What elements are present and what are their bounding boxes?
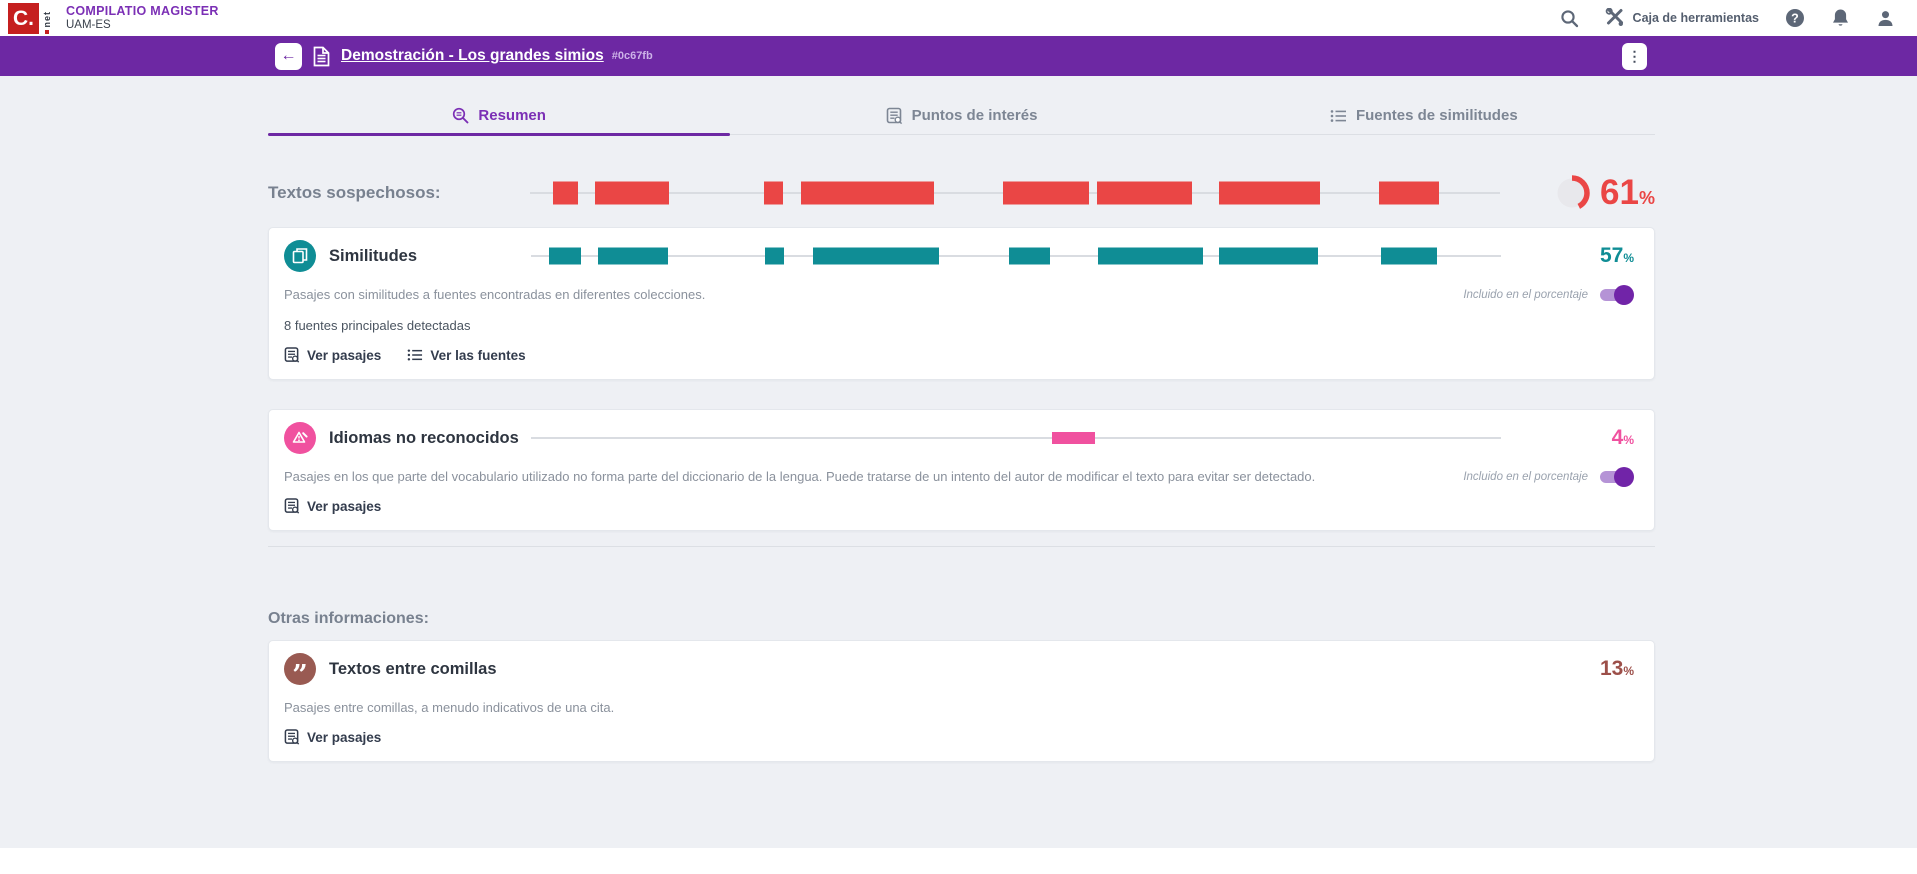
back-button[interactable]: ← bbox=[275, 43, 302, 70]
brand-text: COMPILATIO MAGISTER UAM-ES bbox=[66, 4, 219, 32]
tab-puntos-de-interes[interactable]: Puntos de interés bbox=[730, 97, 1192, 134]
list-search-icon bbox=[284, 497, 300, 515]
bar-segment bbox=[598, 248, 668, 265]
suspect-texts-bar-chart bbox=[530, 181, 1500, 205]
search-icon[interactable] bbox=[1560, 9, 1579, 28]
language-warning-icon bbox=[284, 422, 316, 454]
other-info-heading: Otras informaciones: bbox=[268, 610, 1655, 628]
help-icon[interactable]: ? bbox=[1785, 8, 1805, 28]
idiomas-percent: 4% bbox=[1612, 426, 1634, 450]
comillas-card: ” Textos entre comillas 13% Pasajes entr… bbox=[268, 640, 1655, 762]
logo-net-text: net bbox=[42, 3, 52, 34]
list-icon bbox=[407, 348, 423, 362]
similitudes-bar-chart bbox=[531, 244, 1501, 268]
tab-label: Fuentes de similitudes bbox=[1356, 107, 1518, 124]
tab-label: Puntos de interés bbox=[912, 107, 1038, 124]
toggle-knob bbox=[1614, 285, 1634, 305]
brand-title: COMPILATIO MAGISTER bbox=[66, 4, 219, 18]
tab-fuentes-de-similitudes[interactable]: Fuentes de similitudes bbox=[1193, 97, 1655, 134]
document-id: #0c67fb bbox=[612, 50, 653, 62]
user-account-icon[interactable] bbox=[1876, 9, 1895, 28]
action-label: Ver las fuentes bbox=[430, 348, 525, 363]
card-title: Idiomas no reconocidos bbox=[329, 429, 519, 448]
bar-segment bbox=[1003, 182, 1088, 205]
kebab-icon: ⋮ bbox=[1628, 48, 1642, 64]
card-description: Pasajes en los que parte del vocabulario… bbox=[284, 469, 1315, 484]
card-description: Pasajes con similitudes a fuentes encont… bbox=[284, 287, 705, 302]
kebab-menu-button[interactable]: ⋮ bbox=[1622, 43, 1647, 70]
logo-dot bbox=[45, 30, 49, 34]
action-label: Ver pasajes bbox=[307, 730, 381, 745]
brand-subtitle: UAM-ES bbox=[66, 19, 219, 32]
quotes-icon: ” bbox=[284, 653, 316, 685]
svg-text:?: ? bbox=[1791, 11, 1799, 25]
similitudes-card: Similitudes 57% Pasajes con similitudes … bbox=[268, 227, 1655, 380]
bar-segment bbox=[813, 248, 939, 265]
comillas-percent: 13% bbox=[1600, 657, 1634, 681]
suspect-texts-label: Textos sospechosos: bbox=[268, 183, 530, 203]
bar-segment bbox=[764, 182, 783, 205]
bar-segment bbox=[765, 248, 784, 265]
toggle-knob bbox=[1614, 467, 1634, 487]
toggle-label: Incluido en el porcentaje bbox=[1463, 471, 1588, 483]
notifications-bell-icon[interactable] bbox=[1831, 8, 1850, 28]
bar-segment bbox=[1219, 182, 1320, 205]
bottom-strip bbox=[0, 848, 1917, 874]
bar-segment bbox=[1052, 432, 1095, 444]
document-titlebar: ← Demostración - Los grandes simios #0c6… bbox=[0, 36, 1917, 76]
magnifier-icon bbox=[452, 107, 469, 124]
bar-segment bbox=[595, 182, 669, 205]
sources-note: 8 fuentes principales detectadas bbox=[284, 318, 1634, 333]
brand: C. net COMPILATIO MAGISTER UAM-ES bbox=[8, 3, 219, 34]
suspect-texts-row: Textos sospechosos: 61% bbox=[268, 171, 1655, 215]
toolbox-button[interactable]: Caja de herramientas bbox=[1605, 8, 1759, 28]
bar-segment bbox=[1381, 248, 1437, 265]
main-content: Resumen Puntos de interés Fuentes de sim… bbox=[268, 97, 1655, 762]
progress-donut-icon bbox=[1553, 174, 1591, 212]
action-label: Ver pasajes bbox=[307, 499, 381, 514]
document-title[interactable]: Demostración - Los grandes simios bbox=[341, 47, 604, 65]
list-search-icon bbox=[284, 346, 300, 364]
idiomas-card: Idiomas no reconocidos 4% Pasajes en los… bbox=[268, 409, 1655, 531]
bar-segment bbox=[1379, 182, 1439, 205]
ver-pasajes-button[interactable]: Ver pasajes bbox=[284, 346, 381, 364]
list-search-icon bbox=[886, 107, 903, 125]
report-tabs: Resumen Puntos de interés Fuentes de sim… bbox=[268, 97, 1655, 135]
toggle-label: Incluido en el porcentaje bbox=[1463, 289, 1588, 301]
bar-segment bbox=[1098, 248, 1203, 265]
bar-segment bbox=[1009, 248, 1050, 265]
bar-segment bbox=[553, 182, 577, 205]
similarities-copy-icon bbox=[284, 240, 316, 272]
ver-pasajes-button[interactable]: Ver pasajes bbox=[284, 497, 381, 515]
ver-pasajes-button[interactable]: Ver pasajes bbox=[284, 728, 381, 746]
action-label: Ver pasajes bbox=[307, 348, 381, 363]
top-header: C. net COMPILATIO MAGISTER UAM-ES bbox=[0, 0, 1917, 36]
toolbox-label: Caja de herramientas bbox=[1633, 11, 1759, 25]
idiomas-bar-chart bbox=[531, 426, 1501, 450]
top-actions: Caja de herramientas ? bbox=[1560, 8, 1895, 28]
section-divider bbox=[268, 546, 1655, 547]
logo-c-icon: C. bbox=[8, 3, 39, 34]
bar-segment bbox=[801, 182, 935, 205]
card-description: Pasajes entre comillas, a menudo indicat… bbox=[284, 700, 614, 715]
bar-segment bbox=[1097, 182, 1192, 205]
compilatio-logo[interactable]: C. net bbox=[8, 3, 52, 34]
include-in-percentage-toggle[interactable] bbox=[1600, 471, 1630, 483]
bar-segment bbox=[549, 248, 581, 265]
similitudes-percent: 57% bbox=[1600, 244, 1634, 268]
bar-track-line bbox=[531, 437, 1501, 439]
card-title: Textos entre comillas bbox=[329, 660, 497, 679]
ver-las-fuentes-button[interactable]: Ver las fuentes bbox=[407, 346, 525, 364]
list-icon bbox=[1330, 109, 1347, 123]
tools-icon bbox=[1605, 8, 1625, 28]
list-search-icon bbox=[284, 728, 300, 746]
bar-segment bbox=[1219, 248, 1318, 265]
tab-resumen[interactable]: Resumen bbox=[268, 97, 730, 134]
suspect-percent: 61% bbox=[1600, 173, 1655, 213]
tab-label: Resumen bbox=[478, 107, 546, 124]
document-icon bbox=[313, 46, 330, 67]
back-arrow-icon: ← bbox=[281, 47, 297, 65]
card-title: Similitudes bbox=[329, 247, 417, 266]
include-in-percentage-toggle[interactable] bbox=[1600, 289, 1630, 301]
